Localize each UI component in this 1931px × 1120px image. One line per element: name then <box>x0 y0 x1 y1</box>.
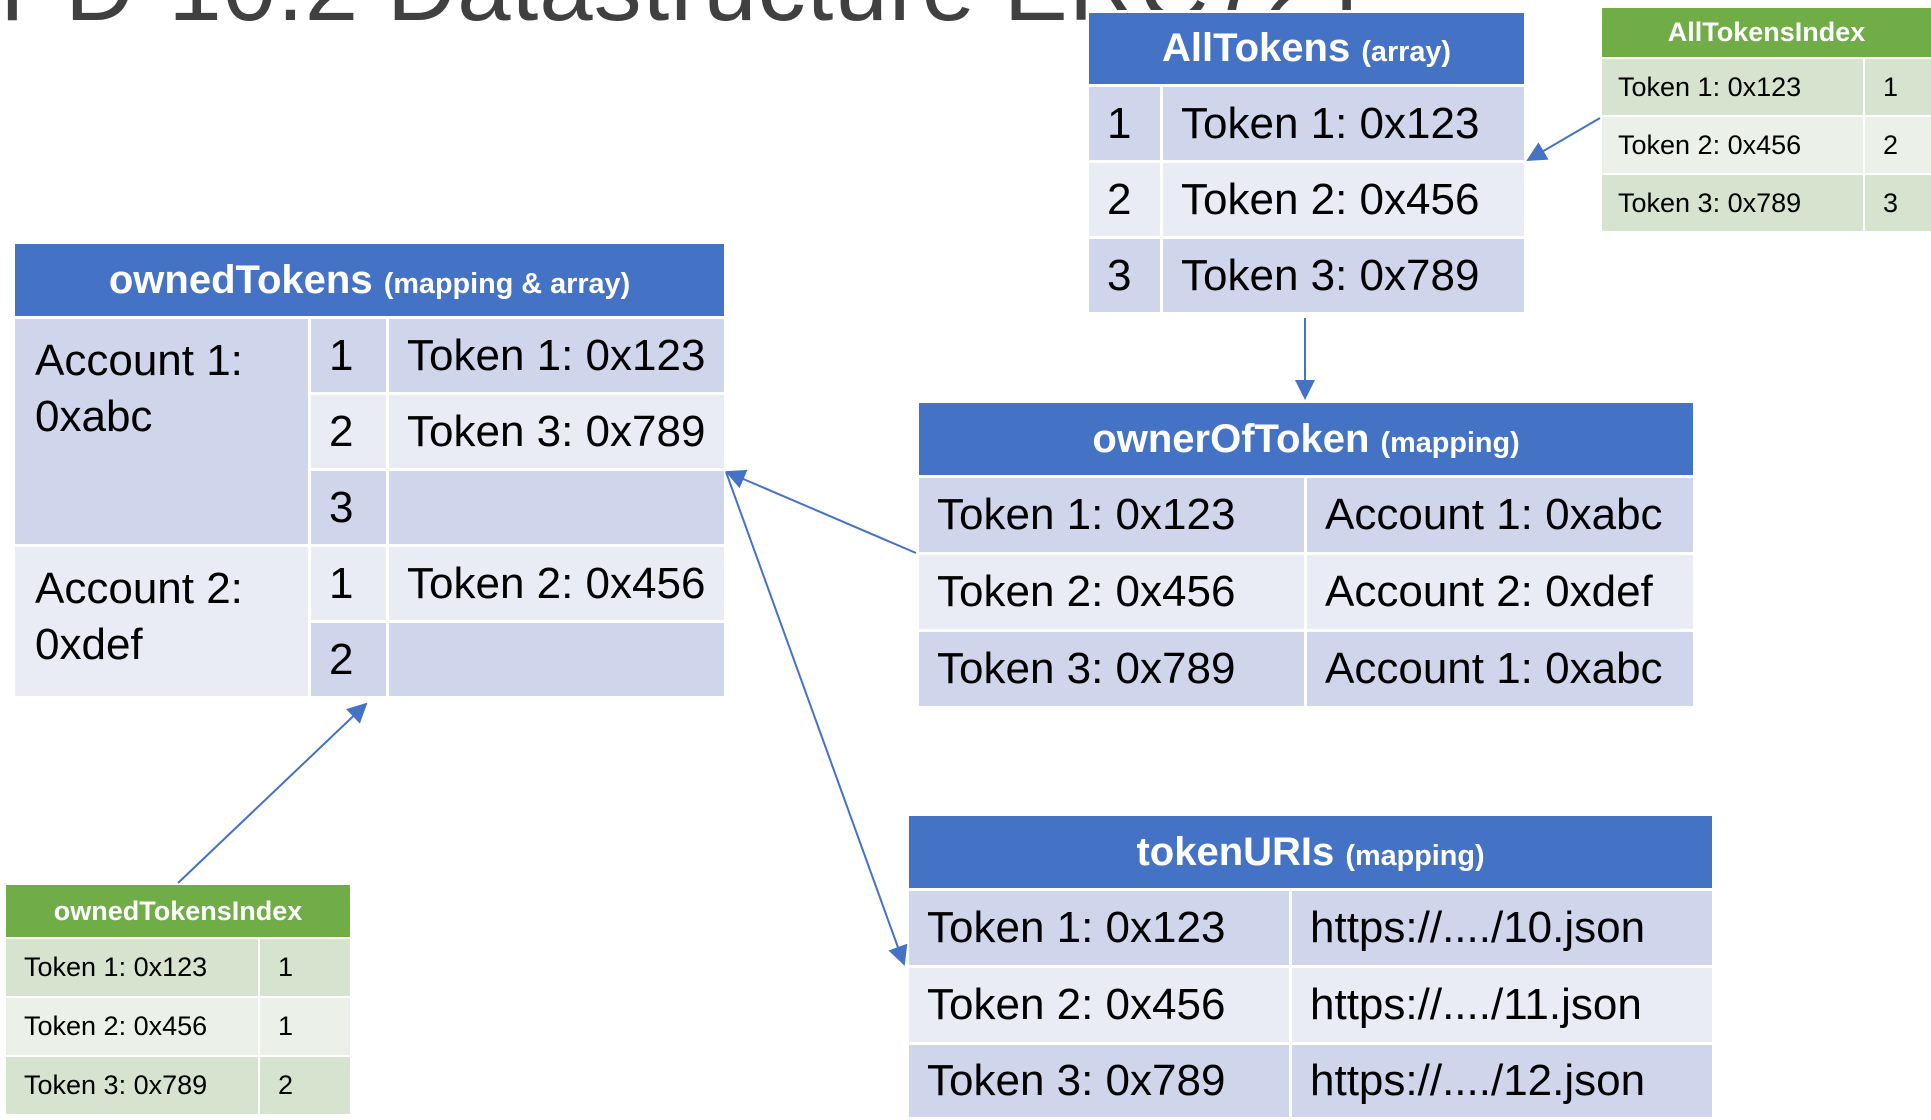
arrow-owner-to-ownedtokens <box>725 469 917 554</box>
arrow-ownedtokens-to-uris <box>725 471 908 966</box>
connector-arrows <box>177 117 1601 966</box>
arrow-index-to-ownedtokens <box>177 702 368 884</box>
arrow-index-to-alltokens <box>1526 117 1601 162</box>
